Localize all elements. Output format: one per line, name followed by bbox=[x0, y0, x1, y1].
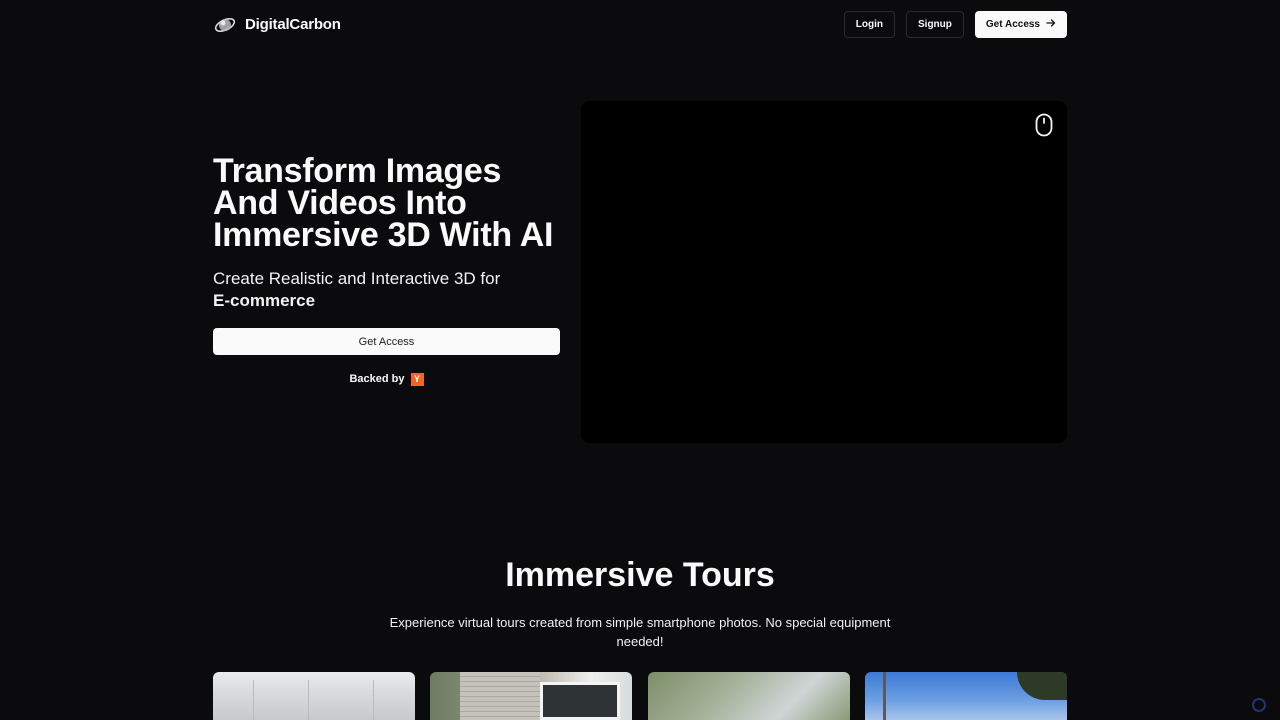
header-get-access-label: Get Access bbox=[985, 19, 1040, 30]
tour-card[interactable] bbox=[430, 672, 632, 720]
hero-title-line3: Immersive 3D With AI bbox=[213, 216, 554, 254]
wall-panel-line bbox=[373, 680, 374, 720]
site-header: DigitalCarbon Login Signup Get Access bbox=[213, 11, 1067, 38]
wall-panel-line bbox=[308, 680, 309, 720]
watermark bbox=[1252, 698, 1266, 712]
header-nav: Login Signup Get Access bbox=[843, 11, 1067, 38]
section-title: Immersive Tours bbox=[505, 556, 775, 594]
brand-link[interactable]: DigitalCarbon bbox=[213, 11, 341, 38]
house-siding bbox=[460, 672, 540, 720]
brand-name: DigitalCarbon bbox=[245, 16, 341, 33]
header-get-access-button[interactable]: Get Access bbox=[974, 11, 1067, 38]
tour-card[interactable] bbox=[213, 672, 415, 720]
tour-card[interactable] bbox=[865, 672, 1067, 720]
tree-silhouette bbox=[1017, 672, 1067, 700]
signup-button[interactable]: Signup bbox=[906, 11, 964, 38]
arrow-right-icon bbox=[1046, 18, 1056, 31]
hero-get-access-button[interactable]: Get Access bbox=[213, 328, 560, 355]
login-button[interactable]: Login bbox=[843, 11, 895, 38]
mouse-icon bbox=[1035, 113, 1053, 137]
backed-by: Backed by Y bbox=[213, 370, 560, 388]
hero-title: Transform Images And Videos Into Immersi… bbox=[213, 154, 573, 254]
hero-subtitle-emphasis: E-commerce bbox=[213, 291, 316, 310]
backed-by-label: Backed by bbox=[349, 373, 405, 385]
page-root: DigitalCarbon Login Signup Get Access Tr… bbox=[0, 0, 1280, 720]
hero-subtitle-text: Create Realistic and Interactive 3D for bbox=[213, 269, 501, 288]
hero-subtitle: Create Realistic and Interactive 3D for … bbox=[213, 268, 573, 312]
3d-viewer-canvas[interactable] bbox=[581, 101, 1067, 443]
tour-card[interactable] bbox=[648, 672, 850, 720]
utility-pole bbox=[883, 672, 886, 720]
wall-panel-line bbox=[253, 680, 254, 720]
y-combinator-badge[interactable]: Y bbox=[410, 372, 424, 386]
orbit-logo-icon bbox=[213, 14, 237, 36]
watermark-icon bbox=[1252, 698, 1266, 712]
section-description: Experience virtual tours created from si… bbox=[389, 615, 891, 649]
house-window bbox=[540, 682, 620, 720]
